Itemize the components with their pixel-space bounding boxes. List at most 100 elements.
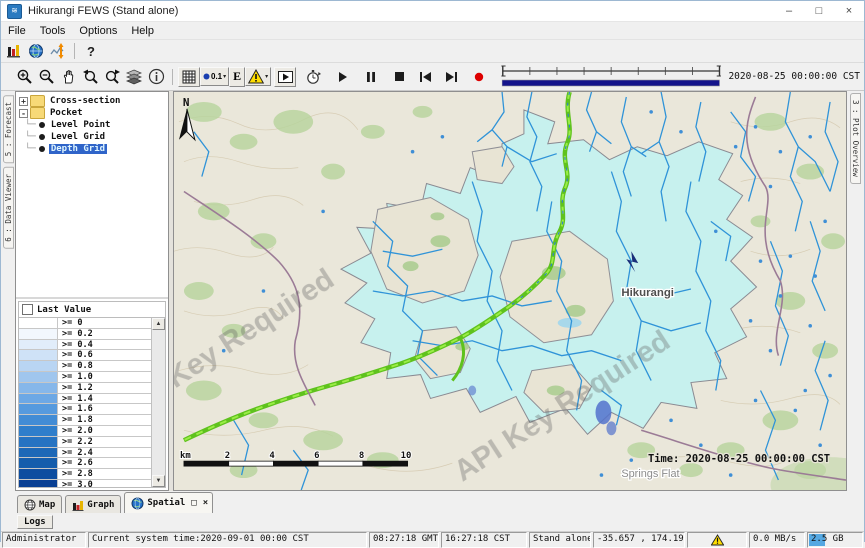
tree-item-pocket[interactable]: - Pocket	[19, 107, 168, 119]
help-button[interactable]: ?	[80, 41, 102, 61]
menu-item-file[interactable]: File	[1, 24, 33, 38]
legend-row-label: >= 2.8	[58, 469, 93, 479]
scale-tick-label: 2	[225, 451, 230, 461]
map-toolbar: 0.1 ▾ E ▾ 2020-08-25 00:00:	[1, 63, 864, 91]
status-transfer-rate: 0.0 MB/s	[749, 532, 805, 548]
pause-button[interactable]	[360, 67, 382, 87]
legend-color-swatch	[19, 404, 58, 414]
pond	[558, 318, 582, 328]
tree-item-label: Level Grid	[49, 132, 107, 142]
status-coordinates: -35.657 , 174.199	[593, 532, 685, 548]
legend-row[interactable]: >= 3.0	[19, 480, 151, 487]
zoom-previous-button[interactable]	[79, 67, 101, 87]
warning-dropdown[interactable]: ▾	[245, 67, 271, 86]
tree-item-cross-section[interactable]: + Cross-section	[19, 95, 168, 107]
tree-item-label: Cross-section	[48, 96, 122, 106]
interval-value: 0.1	[211, 72, 222, 81]
legend-row[interactable]: >= 1.8	[19, 415, 151, 426]
legend-row[interactable]: >= 0.4	[19, 340, 151, 351]
legend-color-swatch	[19, 448, 58, 458]
legend-row[interactable]: >= 2.2	[19, 437, 151, 448]
expand-icon[interactable]: +	[19, 97, 28, 106]
legend-row[interactable]: >= 0.2	[19, 329, 151, 340]
legend-row[interactable]: >= 2.6	[19, 458, 151, 469]
map-canvas[interactable]: API Key Required API Key Required Hikura…	[173, 91, 847, 491]
database-button[interactable]	[3, 41, 25, 61]
tab-graph[interactable]: Graph	[65, 495, 121, 513]
tab-plot-overview[interactable]: 3 : Plot Overview	[850, 93, 861, 184]
last-value-checkbox[interactable]	[22, 304, 33, 315]
legend-row[interactable]: >= 1.0	[19, 372, 151, 383]
scroll-up-button[interactable]: ▲	[152, 318, 165, 330]
timeline-slider[interactable]	[500, 64, 722, 90]
app-logo-icon: ≋	[7, 4, 22, 19]
step-forward-button[interactable]	[440, 67, 462, 87]
layers-button[interactable]	[123, 67, 145, 87]
minimize-button[interactable]: –	[774, 2, 804, 21]
close-button[interactable]: ×	[834, 2, 864, 21]
step-back-icon	[420, 72, 431, 82]
tree-item-level-point[interactable]: └─ Level Point	[19, 119, 168, 131]
scale-tick-label: 10	[401, 451, 412, 461]
window-title: Hikurangi FEWS (Stand alone)	[28, 5, 178, 17]
legend-color-swatch	[19, 437, 58, 447]
movie-player-button[interactable]	[274, 67, 296, 87]
info-button[interactable]	[145, 67, 167, 87]
legend-row[interactable]: >= 2.8	[19, 469, 151, 480]
legend-row[interactable]: >= 1.4	[19, 394, 151, 405]
restore-icon[interactable]: □	[191, 498, 196, 508]
tree-item-depth-grid[interactable]: └─ Depth Grid	[19, 143, 168, 155]
map-display-button[interactable]	[25, 41, 47, 61]
legend-color-swatch	[19, 469, 58, 479]
tab-map[interactable]: Map	[17, 495, 62, 513]
timeseries-display-button[interactable]	[47, 41, 69, 61]
play-button[interactable]	[332, 67, 354, 87]
scroll-down-button[interactable]: ▼	[152, 475, 165, 487]
tab-forecast[interactable]: 5 : Forecast	[3, 95, 14, 163]
animation-settings-button[interactable]	[302, 67, 324, 87]
legend-row-label: >= 2.6	[58, 458, 93, 468]
close-icon[interactable]: ×	[203, 498, 208, 508]
zoom-previous-icon	[82, 68, 99, 85]
record-button[interactable]	[468, 67, 490, 87]
zoom-next-button[interactable]	[101, 67, 123, 87]
map-time-label: Time: 2020-08-25 00:00:00 CST	[648, 453, 830, 465]
legend-row[interactable]: >= 2.4	[19, 448, 151, 459]
node-bullet-icon	[39, 146, 45, 152]
collapse-icon[interactable]: -	[19, 109, 28, 118]
zoom-in-button[interactable]	[13, 67, 35, 87]
tree-item-level-grid[interactable]: └─ Level Grid	[19, 131, 168, 143]
logs-button[interactable]: Logs	[17, 515, 53, 529]
menu-item-tools[interactable]: Tools	[33, 24, 73, 38]
maximize-button[interactable]: □	[804, 2, 834, 21]
legend-row[interactable]: >= 0.8	[19, 361, 151, 372]
menu-item-help[interactable]: Help	[124, 24, 161, 38]
info-icon	[148, 68, 165, 85]
legend-color-swatch	[19, 372, 58, 382]
legend-scrollbar[interactable]: ▲ ▼	[151, 318, 165, 487]
grid-button[interactable]	[178, 67, 200, 87]
legend-row-label: >= 0.8	[58, 361, 93, 371]
legend-row[interactable]: >= 1.6	[19, 404, 151, 415]
interval-dropdown[interactable]: 0.1 ▾	[200, 67, 229, 86]
record-icon	[474, 72, 484, 82]
menu-item-options[interactable]: Options	[72, 24, 124, 38]
label-toggle-button[interactable]: E	[229, 67, 245, 87]
legend-row[interactable]: >= 1.2	[19, 383, 151, 394]
place-label-hikurangi: Hikurangi	[621, 287, 674, 299]
tree-guide-line: └─	[25, 144, 36, 154]
zoom-out-button[interactable]	[35, 67, 57, 87]
legend-row[interactable]: >= 2.0	[19, 426, 151, 437]
warning-icon	[711, 534, 724, 546]
tab-spatial[interactable]: Spatial □ ×	[124, 492, 213, 513]
stop-button[interactable]	[388, 67, 410, 87]
globe-wire-icon	[24, 499, 36, 511]
legend-row[interactable]: >= 0	[19, 318, 151, 329]
step-back-button[interactable]	[414, 67, 436, 87]
step-forward-icon	[446, 72, 457, 82]
legend-row[interactable]: >= 0.6	[19, 350, 151, 361]
scale-unit-label: km	[180, 451, 191, 461]
tab-data-viewer[interactable]: 6 : Data Viewer	[3, 167, 14, 249]
pan-button[interactable]	[57, 67, 79, 87]
status-warning[interactable]	[687, 532, 747, 548]
